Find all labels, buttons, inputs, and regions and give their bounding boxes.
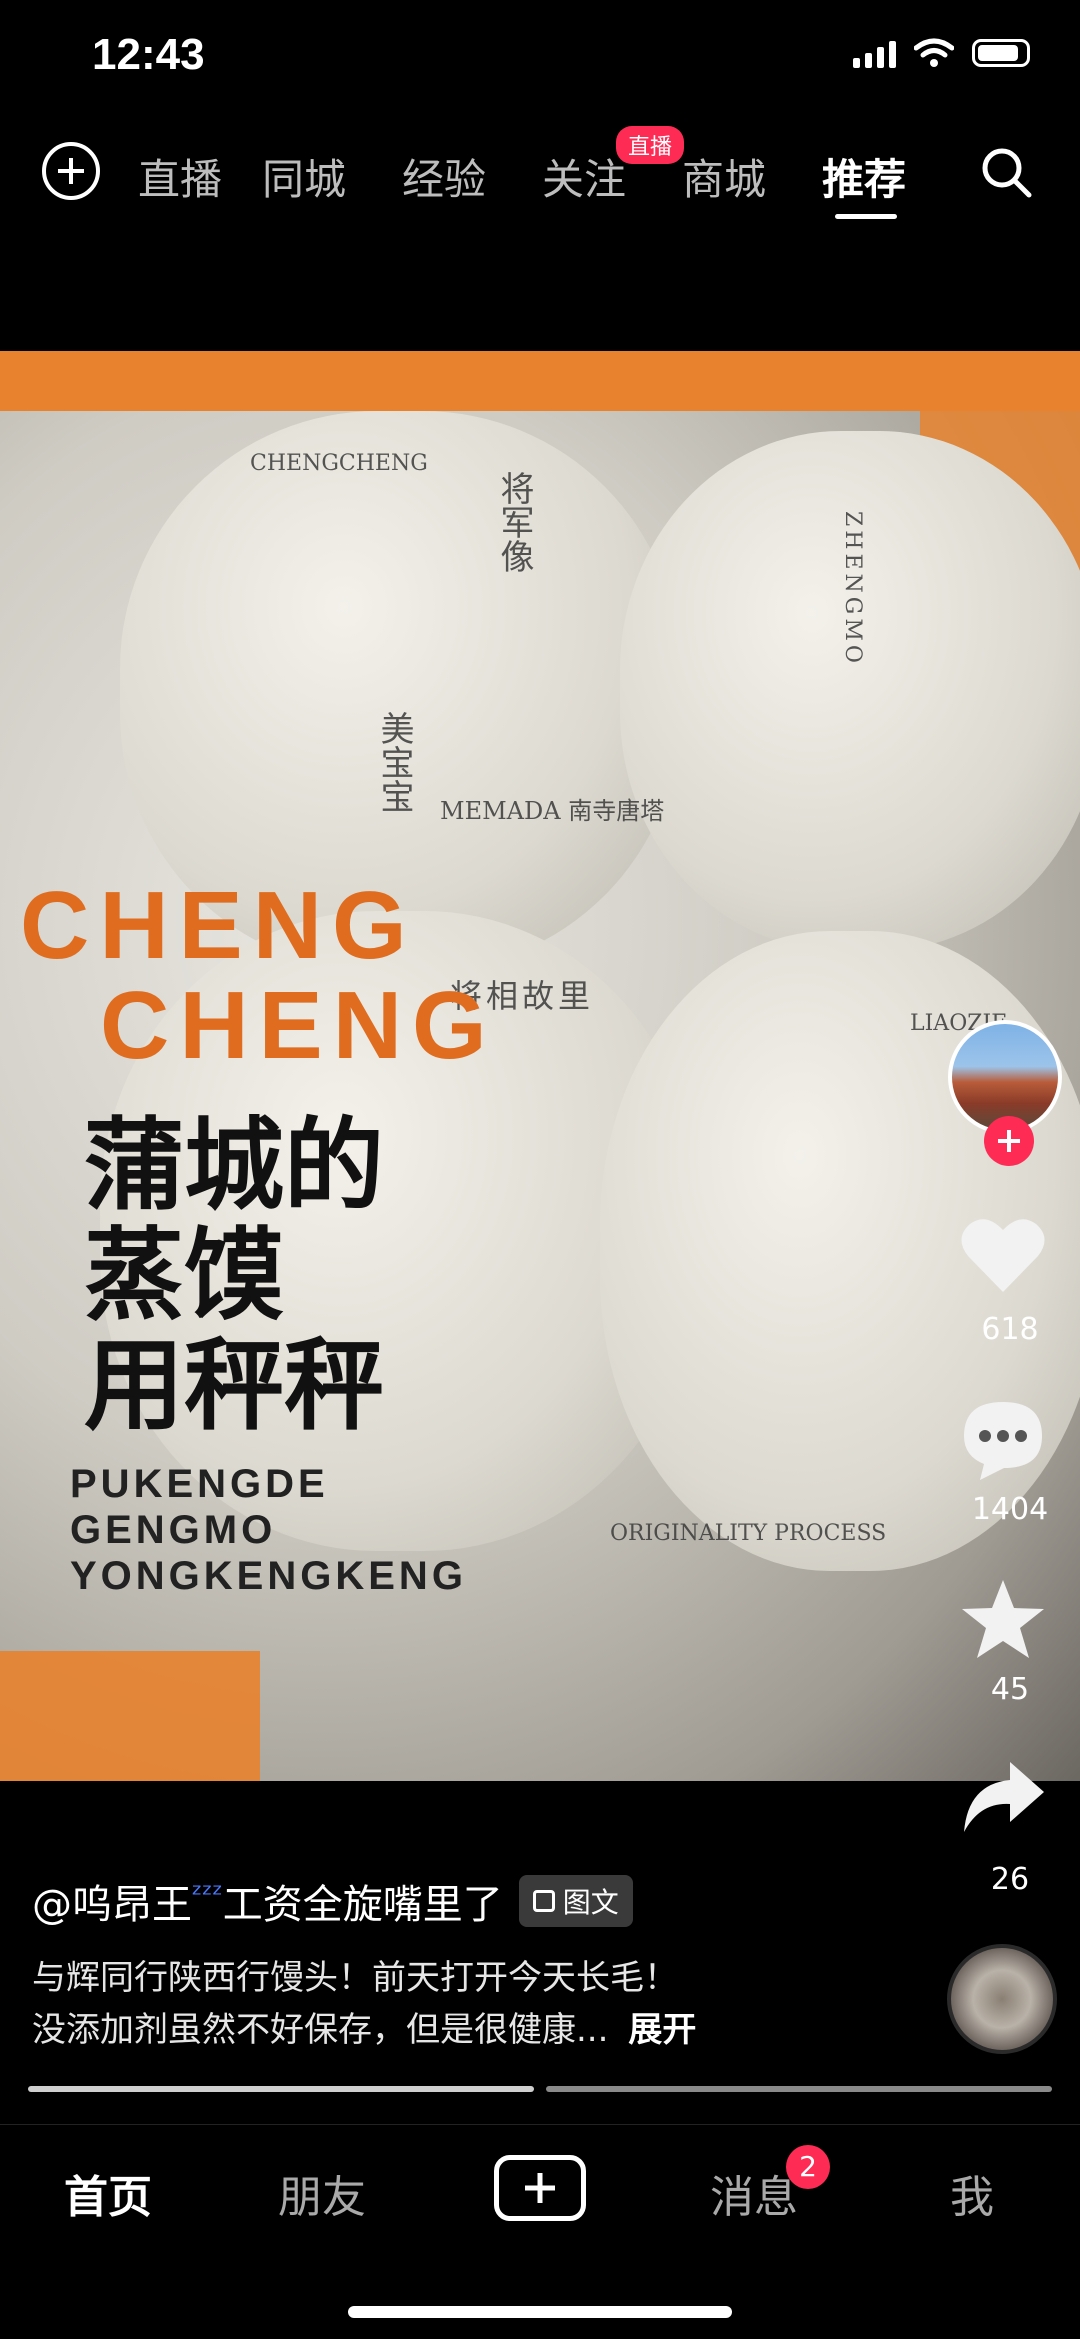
- expand-button[interactable]: 展开: [628, 2010, 696, 2050]
- slogan-latin-line: YONGKENGKENG: [70, 1554, 467, 1598]
- nav-messages[interactable]: 消息: [710, 2161, 798, 2225]
- nav-home[interactable]: 首页: [64, 2161, 152, 2225]
- author-suffix: 工资全旋嘴里了: [222, 1882, 503, 1928]
- print-text: 将军像: [494, 471, 534, 573]
- slogan-cn: 蒲城的 蒸馍 用秤秤: [84, 1111, 384, 1441]
- create-post-button[interactable]: [494, 2155, 586, 2221]
- tab-following[interactable]: 关注: [542, 146, 626, 207]
- top-nav: 直播 同城 经验 关注 直播 商城 推荐: [0, 126, 1080, 220]
- image-text-tag[interactable]: 图文: [518, 1875, 633, 1927]
- status-bar: 12:43: [0, 0, 1080, 120]
- add-icon[interactable]: [42, 142, 100, 200]
- favorite-count: 45: [990, 1672, 1030, 1707]
- search-icon[interactable]: [978, 144, 1034, 200]
- battery-icon: [972, 39, 1030, 67]
- like-count: 618: [981, 1312, 1039, 1347]
- music-disc-icon[interactable]: [947, 1944, 1057, 2054]
- description-line: 与辉同行陕西行馒头！前天打开今天长毛！: [32, 1958, 678, 1998]
- slogan-line: 蒸馍: [84, 1217, 284, 1334]
- bag-orange-band: [0, 351, 1080, 411]
- tab-mall[interactable]: 商城: [682, 146, 766, 207]
- slogan-line: 蒲城的: [84, 1107, 384, 1224]
- clock: 12:43: [92, 30, 205, 79]
- author-line: @呜昂王ᶻᶻᶻ工资全旋嘴里了 图文: [32, 1872, 992, 1930]
- tab-experience[interactable]: 经验: [402, 146, 486, 207]
- sleep-emoji-icon: ᶻᶻᶻ: [192, 1877, 223, 1911]
- tab-recommend[interactable]: 推荐: [822, 146, 906, 207]
- description-line: 没添加剂虽然不好保存，但是很健康...: [32, 2010, 609, 2050]
- print-text: 美宝宝: [374, 711, 414, 813]
- star-icon[interactable]: [958, 1576, 1048, 1662]
- bun: [620, 431, 1080, 951]
- author-handle: @呜昂王: [32, 1882, 192, 1928]
- carousel-progress-segment: [546, 2086, 1052, 2092]
- share-icon[interactable]: [958, 1756, 1048, 1842]
- print-text: CHENGCHENG: [250, 451, 428, 476]
- heart-icon[interactable]: [958, 1212, 1048, 1298]
- brand-text: CHENG: [100, 972, 497, 1079]
- post-caption: @呜昂王ᶻᶻᶻ工资全旋嘴里了 图文 与辉同行陕西行馒头！前天打开今天长毛！ 没添…: [32, 1872, 992, 2056]
- post-description[interactable]: 与辉同行陕西行馒头！前天打开今天长毛！ 没添加剂虽然不好保存，但是很健康... 展…: [32, 1952, 992, 2056]
- status-icons: [853, 38, 1030, 68]
- follow-button[interactable]: [984, 1116, 1034, 1166]
- slogan-latin: PUKENGDE GENGMO YONGKENGKENG: [70, 1461, 467, 1599]
- tab-live[interactable]: 直播: [138, 146, 222, 207]
- print-text: MEMADA 南寺唐塔: [440, 797, 665, 825]
- print-text: ORIGINALITY PROCESS: [610, 1521, 887, 1546]
- wifi-icon: [914, 38, 954, 67]
- nav-me[interactable]: 我: [950, 2161, 994, 2225]
- tab-local[interactable]: 同城: [262, 146, 346, 207]
- slogan-latin-line: GENGMO: [70, 1508, 277, 1552]
- brand-text: CHENG: [20, 872, 417, 979]
- comment-icon[interactable]: [958, 1396, 1048, 1482]
- tag-label: 图文: [562, 1886, 619, 1919]
- live-badge: 直播: [616, 126, 685, 164]
- home-indicator: [348, 2306, 732, 2318]
- active-tab-indicator: [835, 214, 897, 219]
- gallery-icon: [532, 1890, 555, 1912]
- post-image[interactable]: CHENGCHENG 将军像 美宝宝 MEMADA 南寺唐塔 ORIGINALI…: [0, 351, 1080, 1781]
- slogan-line: 用秤秤: [84, 1327, 384, 1444]
- carousel-progress-segment: [28, 2086, 534, 2092]
- author-name[interactable]: @呜昂王ᶻᶻᶻ工资全旋嘴里了: [32, 1872, 503, 1930]
- messages-badge: 2: [786, 2145, 830, 2189]
- signal-icon: [853, 38, 896, 68]
- nav-friends[interactable]: 朋友: [278, 2161, 366, 2225]
- slogan-latin-line: PUKENGDE: [70, 1462, 329, 1506]
- print-text: ZHENGMO: [840, 511, 865, 667]
- bag-orange-corner: [0, 1651, 260, 1781]
- comment-count: 1404: [971, 1492, 1049, 1527]
